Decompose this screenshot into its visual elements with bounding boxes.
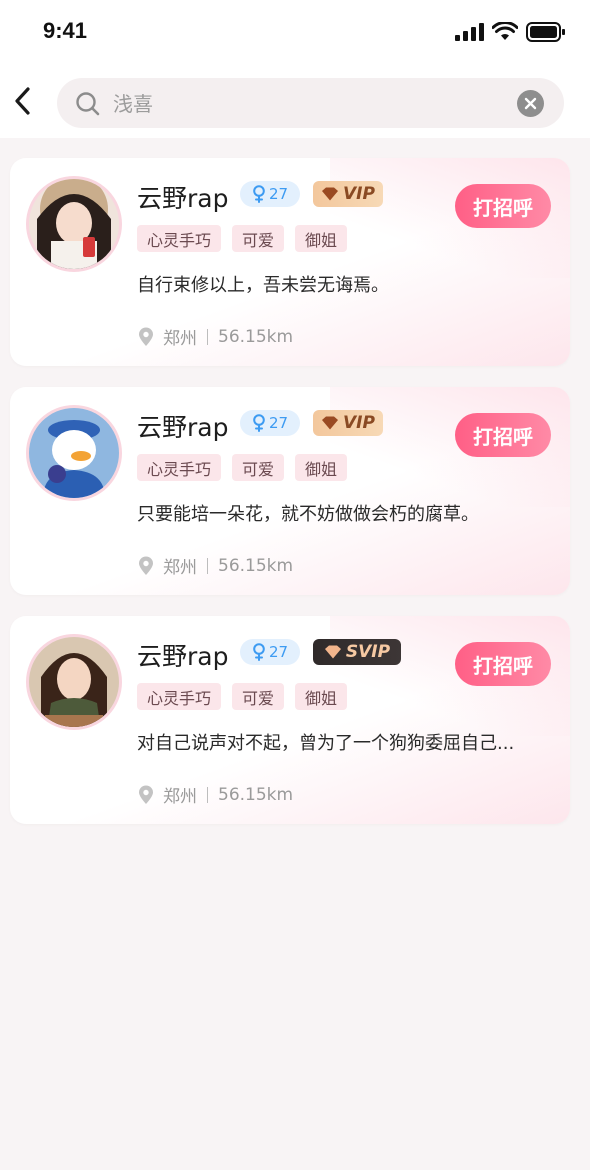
avatar[interactable]	[26, 634, 122, 730]
age-value: 27	[268, 414, 289, 432]
wifi-icon	[492, 22, 518, 40]
chevron-left-icon	[15, 87, 30, 115]
back-button[interactable]	[10, 84, 38, 118]
diamond-icon	[322, 416, 339, 430]
age-badge: 27	[240, 181, 300, 207]
location-pin-icon	[139, 327, 153, 346]
diamond-icon	[324, 645, 341, 659]
city: 郑州	[163, 558, 197, 578]
vip-label: VIP	[343, 184, 375, 204]
tag: 可爱	[232, 683, 285, 710]
location-row: 郑州 56.15km	[137, 782, 293, 807]
diamond-icon	[322, 187, 339, 201]
tag: 可爱	[232, 454, 285, 481]
divider	[207, 328, 208, 345]
distance: 56.15km	[218, 784, 294, 805]
user-bio: 对自己说声对不起，曾为了一个狗狗委屈自己...	[137, 733, 515, 754]
svip-badge: SVIP	[313, 639, 401, 665]
search-header	[0, 64, 590, 138]
user-name: 云野rap	[137, 184, 229, 213]
signal-icon	[455, 23, 484, 41]
vip-badge: VIP	[313, 410, 383, 436]
user-name: 云野rap	[137, 413, 229, 442]
search-input[interactable]	[111, 86, 515, 122]
greet-button[interactable]: 打招呼	[455, 413, 551, 457]
status-bar: 9:41	[0, 0, 590, 64]
divider	[207, 786, 208, 803]
location-pin-icon	[139, 556, 153, 575]
tag: 御姐	[295, 225, 348, 252]
avatar[interactable]	[26, 176, 122, 272]
city: 郑州	[163, 787, 197, 807]
tag: 心灵手巧	[137, 225, 222, 252]
location-row: 郑州 56.15km	[137, 553, 293, 578]
female-icon	[253, 414, 265, 432]
battery-icon	[526, 22, 565, 42]
tag-list: 心灵手巧 可爱 御姐	[137, 683, 348, 710]
search-icon	[76, 92, 100, 116]
location-row: 郑州 56.15km	[137, 324, 293, 349]
divider	[207, 557, 208, 574]
distance: 56.15km	[218, 326, 294, 347]
age-value: 27	[268, 185, 289, 203]
city: 郑州	[163, 329, 197, 349]
tag-list: 心灵手巧 可爱 御姐	[137, 225, 348, 252]
close-icon	[524, 97, 537, 110]
user-bio: 只要能培一朵花，就不妨做做会朽的腐草。	[137, 504, 479, 525]
age-badge: 27	[240, 410, 300, 436]
user-card[interactable]: 云野rap 27 VIP 打招呼 心灵手巧 可爱 御姐 自行束修以上，吾未尝无诲…	[10, 158, 570, 366]
avatar-image	[29, 179, 119, 269]
female-icon	[253, 185, 265, 203]
user-card[interactable]: 云野rap 27 SVIP 打招呼 心灵手巧 可爱 御姐 对自己说声对不起，曾为…	[10, 616, 570, 824]
vip-label: VIP	[343, 413, 375, 433]
tag-list: 心灵手巧 可爱 御姐	[137, 454, 348, 481]
tag: 御姐	[295, 454, 348, 481]
tag: 心灵手巧	[137, 454, 222, 481]
avatar-image	[29, 408, 119, 498]
status-time: 9:41	[43, 18, 88, 43]
svip-label: SVIP	[345, 642, 391, 662]
user-bio: 自行束修以上，吾未尝无诲焉。	[137, 275, 389, 296]
location-pin-icon	[139, 785, 153, 804]
age-badge: 27	[240, 639, 300, 665]
age-value: 27	[268, 643, 289, 661]
search-bar[interactable]	[57, 78, 564, 128]
tag: 心灵手巧	[137, 683, 222, 710]
clear-search-button[interactable]	[517, 90, 544, 117]
user-card[interactable]: 云野rap 27 VIP 打招呼 心灵手巧 可爱 御姐 只要能培一朵花，就不妨做…	[10, 387, 570, 595]
female-icon	[253, 643, 265, 661]
avatar-image	[29, 637, 119, 727]
greet-button[interactable]: 打招呼	[455, 642, 551, 686]
tag: 御姐	[295, 683, 348, 710]
greet-button[interactable]: 打招呼	[455, 184, 551, 228]
vip-badge: VIP	[313, 181, 383, 207]
avatar[interactable]	[26, 405, 122, 501]
user-name: 云野rap	[137, 642, 229, 671]
tag: 可爱	[232, 225, 285, 252]
distance: 56.15km	[218, 555, 294, 576]
status-icons	[454, 20, 566, 44]
